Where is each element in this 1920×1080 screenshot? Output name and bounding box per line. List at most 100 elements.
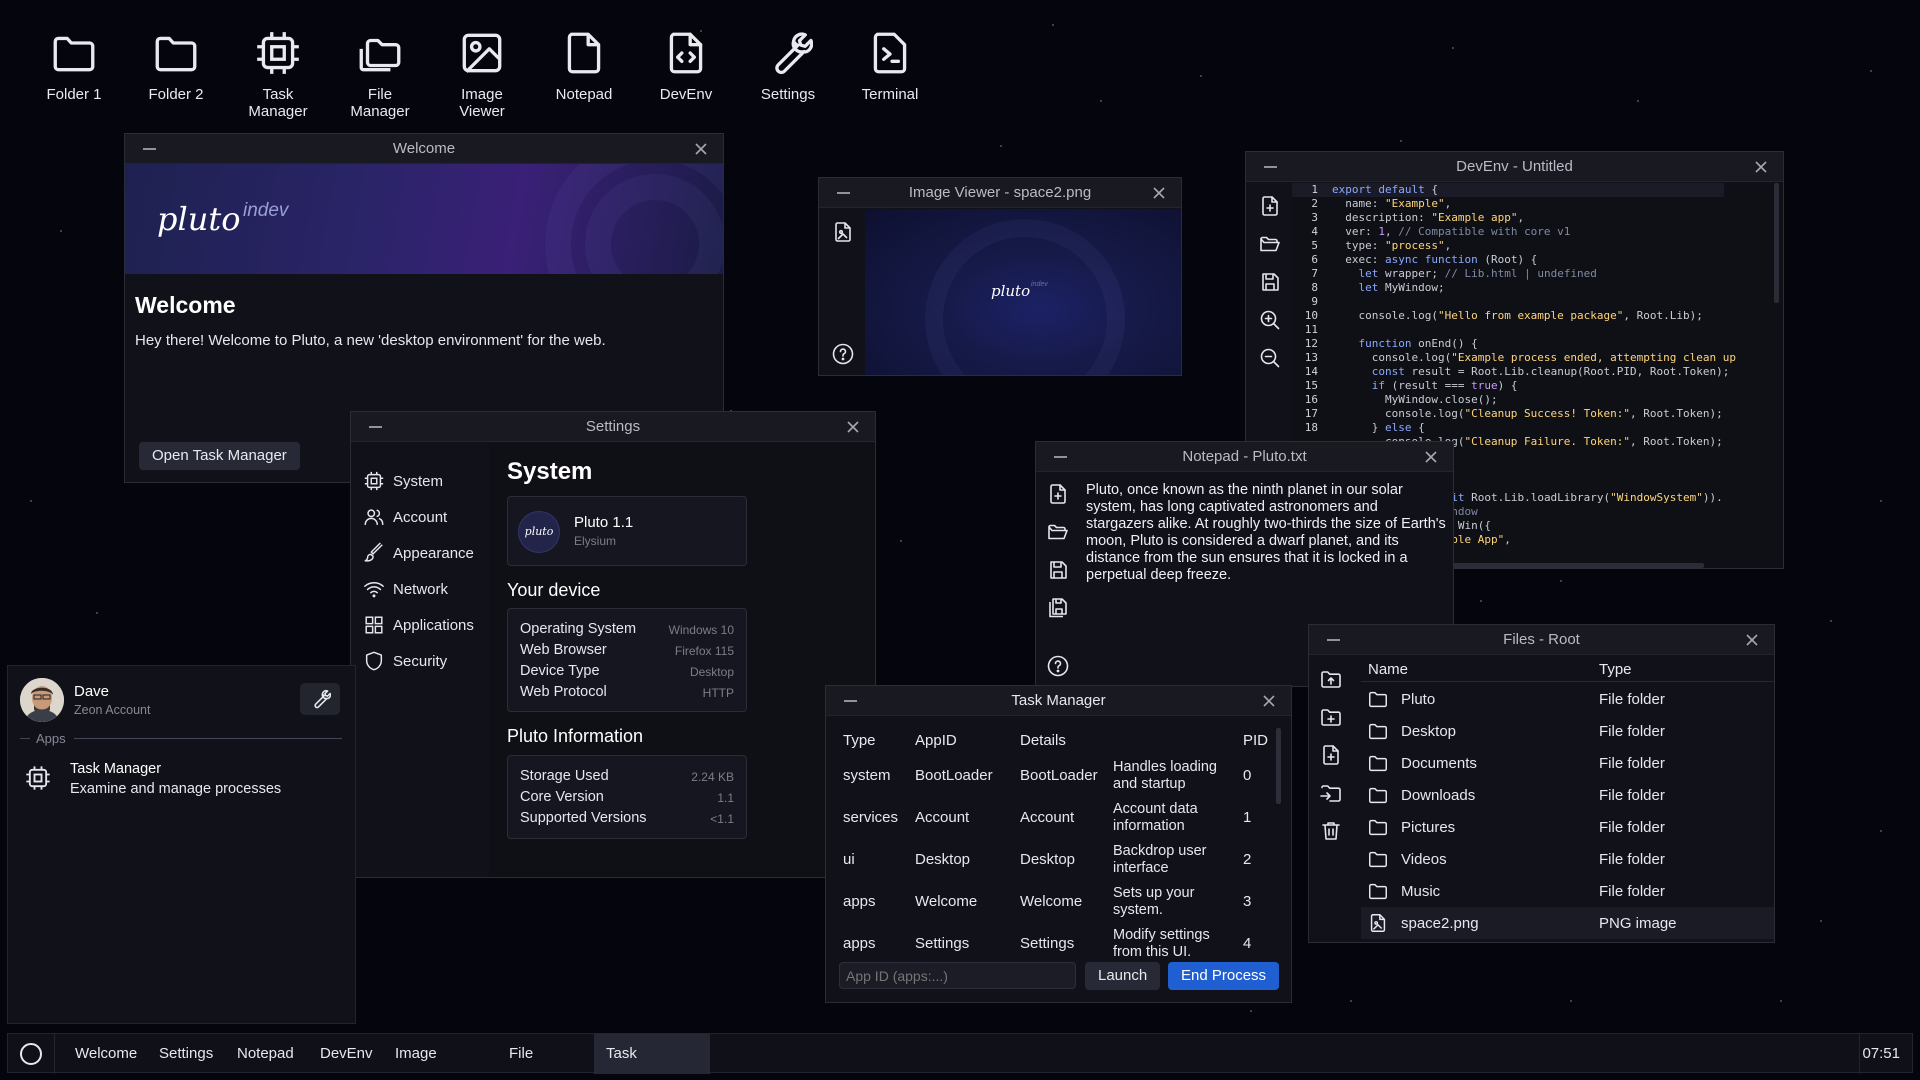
folder-icon	[49, 28, 99, 78]
taskbar-item[interactable]: Settings	[147, 1034, 221, 1074]
minimize-button[interactable]	[1327, 639, 1340, 641]
brush-icon	[363, 542, 385, 564]
title-bar[interactable]: Task Manager	[826, 686, 1291, 716]
file-row[interactable]: Music File folder	[1361, 875, 1774, 907]
desktop-icon-folder-2[interactable]: Folder 2	[128, 28, 224, 103]
open-folder-icon[interactable]	[1258, 232, 1282, 256]
process-row[interactable]: ui Desktop Desktop Backdrop user interface 2	[826, 838, 1271, 880]
desktop-icon-notepad[interactable]: Notepad	[536, 28, 632, 103]
move-file-icon[interactable]	[1319, 781, 1343, 805]
horizontal-scrollbar[interactable]	[1434, 563, 1704, 568]
close-button[interactable]	[1151, 185, 1167, 201]
app-id-input[interactable]	[839, 962, 1076, 989]
desktop-icon-image-viewer[interactable]: Image Viewer	[434, 28, 530, 120]
minimize-button[interactable]	[844, 700, 857, 702]
close-button[interactable]	[1261, 693, 1277, 709]
column-header-pid[interactable]: PID	[1243, 732, 1268, 749]
desktop-icon-file-manager[interactable]: File Manager	[332, 28, 428, 120]
end-process-button[interactable]: End Process	[1168, 962, 1280, 990]
sidebar-item-applications[interactable]: Applications	[363, 609, 488, 641]
open-image-icon[interactable]	[831, 220, 855, 244]
process-description: Handles loading and startup	[1113, 759, 1217, 792]
minimize-button[interactable]	[369, 426, 382, 428]
close-button[interactable]	[845, 419, 861, 435]
taskbar-item[interactable]: Notepad	[225, 1034, 304, 1074]
column-header-appid[interactable]: AppID	[915, 732, 957, 749]
column-header-name[interactable]: Name	[1368, 661, 1408, 678]
desktop-icon-task-manager[interactable]: Task Manager	[230, 28, 326, 120]
column-header-type[interactable]: Type	[843, 732, 876, 749]
new-file-icon[interactable]	[1046, 482, 1070, 506]
settings-button[interactable]	[300, 683, 340, 715]
notepad-text-area[interactable]: Pluto, once known as the ninth planet in…	[1086, 482, 1446, 584]
launch-button[interactable]: Launch	[1085, 962, 1161, 990]
file-type: File folder	[1599, 851, 1665, 868]
trash-icon[interactable]	[1319, 819, 1343, 843]
open-task-manager-button[interactable]: Open Task Manager	[139, 442, 300, 470]
close-button[interactable]	[1753, 159, 1769, 175]
sidebar-item-security[interactable]: Security	[363, 645, 488, 677]
save-icon[interactable]	[1258, 270, 1282, 294]
column-header-details[interactable]: Details	[1020, 732, 1066, 749]
taskbar-item[interactable]: Image Viewer	[383, 1034, 493, 1074]
title-bar[interactable]: Files - Root	[1309, 625, 1774, 655]
new-file-icon[interactable]	[1258, 194, 1282, 218]
minimize-button[interactable]	[1264, 166, 1277, 168]
sidebar-item-network[interactable]: Network	[363, 573, 488, 605]
close-button[interactable]	[693, 141, 709, 157]
app-item-task-manager[interactable]: Task Manager Examine and manage processe…	[18, 756, 344, 800]
column-header-type[interactable]: Type	[1599, 661, 1632, 678]
vertical-scrollbar[interactable]	[1774, 183, 1779, 303]
desktop-icon-devenv[interactable]: DevEnv	[638, 28, 734, 103]
close-button[interactable]	[1423, 449, 1439, 465]
new-file-icon[interactable]	[1319, 743, 1343, 767]
minimize-button[interactable]	[1054, 456, 1067, 458]
process-row[interactable]: services Account Account Account data infor…	[826, 796, 1271, 838]
start-menu: Dave Zeon Account Apps Task Manager Exam…	[7, 665, 356, 1024]
save-as-icon[interactable]	[1046, 596, 1070, 620]
taskbar-item[interactable]: Task Manager	[594, 1034, 710, 1074]
minimize-button[interactable]	[837, 192, 850, 194]
close-button[interactable]	[1744, 632, 1760, 648]
title-bar[interactable]: DevEnv - Untitled	[1246, 152, 1783, 182]
new-folder-icon[interactable]	[1319, 705, 1343, 729]
sidebar-item-system[interactable]: System	[363, 465, 488, 497]
help-icon[interactable]	[831, 342, 855, 366]
save-icon[interactable]	[1046, 558, 1070, 582]
vertical-scrollbar[interactable]	[1276, 728, 1281, 804]
process-row[interactable]: system BootLoader BootLoader Handles loadin…	[826, 754, 1271, 796]
open-folder-icon[interactable]	[1046, 520, 1070, 544]
file-row[interactable]: Pluto File folder	[1361, 683, 1774, 715]
title-bar[interactable]: Image Viewer - space2.png	[819, 178, 1181, 208]
file-row[interactable]: Videos File folder	[1361, 843, 1774, 875]
zoom-out-icon[interactable]	[1258, 346, 1282, 370]
process-row[interactable]: apps Settings Settings Modify settings from…	[826, 922, 1271, 964]
title-bar[interactable]: Settings	[351, 412, 875, 442]
minimize-button[interactable]	[143, 148, 156, 150]
desktop-icon-settings[interactable]: Settings	[740, 28, 836, 103]
process-row[interactable]: apps Welcome Welcome Sets up your system. 3	[826, 880, 1271, 922]
title-bar[interactable]: Notepad - Pluto.txt	[1036, 442, 1453, 472]
file-icon	[559, 28, 609, 78]
desktop-icon-folder-1[interactable]: Folder 1	[26, 28, 122, 103]
taskbar-item[interactable]: File Manager	[497, 1034, 590, 1074]
desktop-icon-terminal[interactable]: Terminal	[842, 28, 938, 103]
file-row[interactable]: Documents File folder	[1361, 747, 1774, 779]
start-button[interactable]	[20, 1043, 42, 1065]
taskbar-item[interactable]: Welcome	[63, 1034, 143, 1074]
file-row[interactable]: space2.png PNG image	[1361, 907, 1774, 939]
sidebar-item-account[interactable]: Account	[363, 501, 488, 533]
zoom-in-icon[interactable]	[1258, 308, 1282, 332]
window-title: Files - Root	[1503, 631, 1580, 648]
file-row[interactable]: Desktop File folder	[1361, 715, 1774, 747]
help-icon[interactable]	[1046, 654, 1070, 678]
taskbar: WelcomeSettingsNotepadDevEnvImage Viewer…	[7, 1033, 1913, 1074]
file-row[interactable]: Downloads File folder	[1361, 779, 1774, 811]
taskbar-item[interactable]: DevEnv	[308, 1034, 378, 1074]
title-bar[interactable]: Welcome	[125, 134, 723, 164]
sidebar-item-appearance[interactable]: Appearance	[363, 537, 488, 569]
image-viewer-window: Image Viewer - space2.png pluto indev	[818, 177, 1182, 376]
line-number: 8	[1311, 281, 1318, 294]
file-row[interactable]: Pictures File folder	[1361, 811, 1774, 843]
folder-up-icon[interactable]	[1319, 667, 1343, 691]
